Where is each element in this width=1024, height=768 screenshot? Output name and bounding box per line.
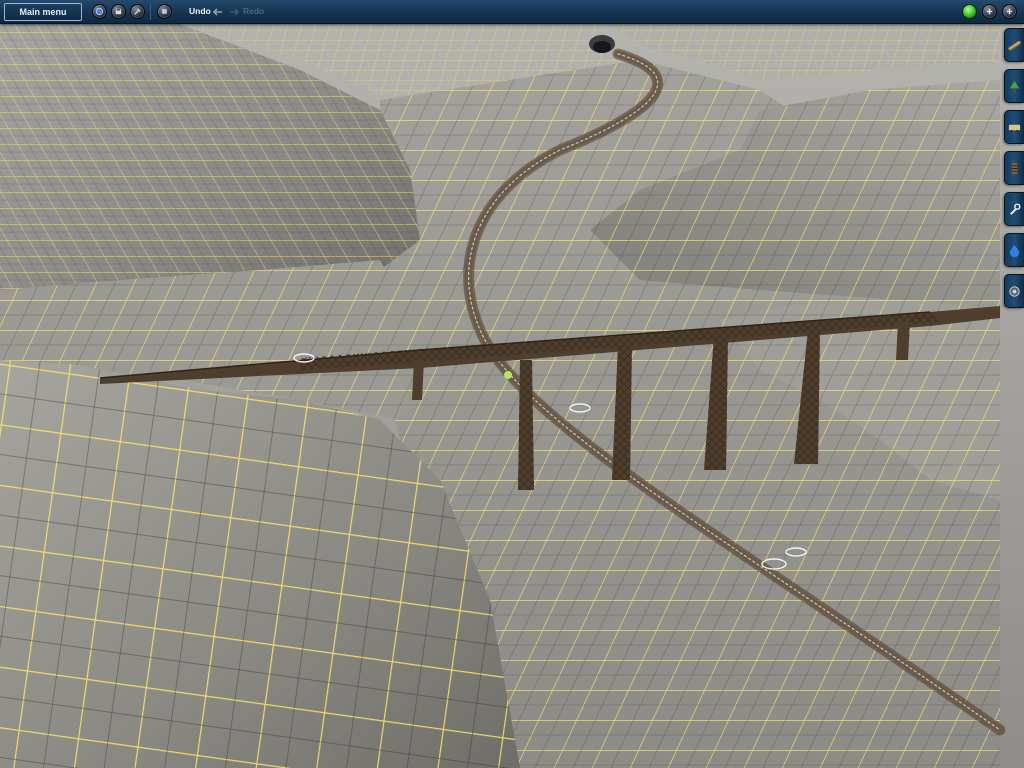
- tools-icon[interactable]: [130, 4, 145, 19]
- wrench-icon[interactable]: [1004, 192, 1024, 226]
- cursor-marker: [504, 371, 512, 379]
- track-tool-icon[interactable]: [1004, 28, 1024, 62]
- minus-icon[interactable]: [1002, 4, 1017, 19]
- water-icon[interactable]: [1004, 233, 1024, 267]
- rail-icon[interactable]: [1004, 151, 1024, 185]
- undo-button[interactable]: Undo: [189, 6, 211, 16]
- top-toolbar: Main menu Undo Redo: [0, 0, 1024, 24]
- settings-icon[interactable]: [1004, 274, 1024, 308]
- globe-icon[interactable]: [92, 4, 107, 19]
- game-viewport[interactable]: [0, 0, 1024, 768]
- redo-arrow-icon: [230, 8, 240, 16]
- add-icon[interactable]: [982, 4, 997, 19]
- redo-button: Redo: [243, 6, 265, 16]
- info-icon[interactable]: [157, 4, 172, 19]
- train-icon[interactable]: [1004, 110, 1024, 144]
- toolbar-separator: [150, 4, 151, 20]
- save-icon[interactable]: [111, 4, 126, 19]
- terrain-scene: [0, 0, 1024, 768]
- status-light-icon[interactable]: [962, 4, 977, 19]
- undo-arrow-icon[interactable]: [212, 7, 224, 17]
- tree-icon[interactable]: [1004, 69, 1024, 103]
- main-menu-button[interactable]: Main menu: [4, 3, 82, 21]
